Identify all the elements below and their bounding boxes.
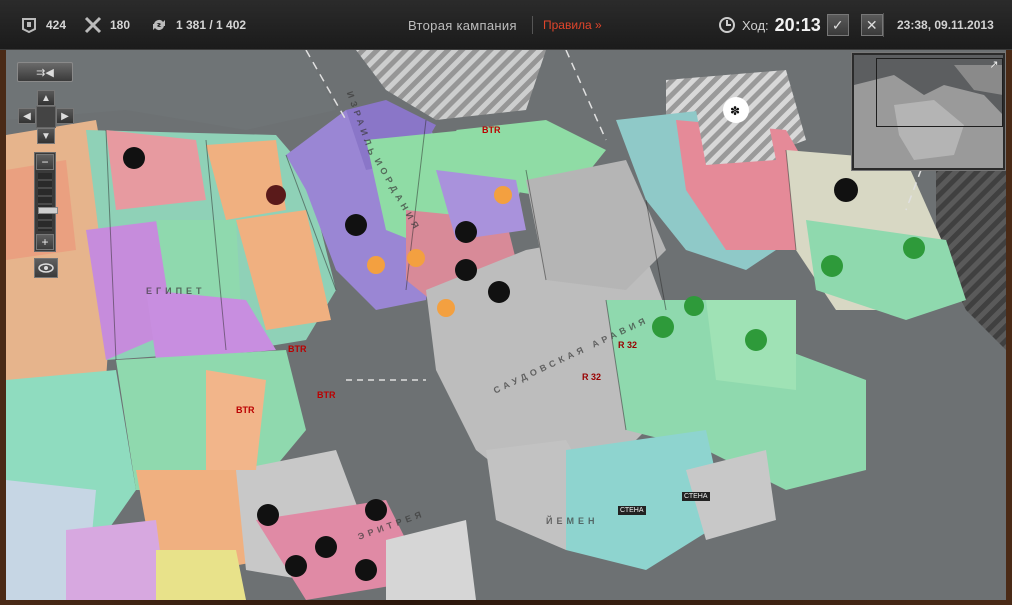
cancel-turn-button[interactable]: ✕ xyxy=(860,14,883,36)
clan-tag[interactable]: R 32 xyxy=(618,340,637,350)
zoom-thumb[interactable] xyxy=(38,207,58,214)
clan-tag[interactable]: BTR xyxy=(482,125,501,135)
battles-stat: 180 xyxy=(84,16,130,34)
divider xyxy=(883,13,884,37)
turn-timer: 20:13 xyxy=(774,14,821,35)
arrow-up-icon: ▲ xyxy=(41,92,51,104)
pan-down-button[interactable]: ▼ xyxy=(37,128,55,144)
map-label-yemen: ЙЕМЕН xyxy=(546,516,599,526)
tank-icon xyxy=(22,18,36,34)
turn-label: Ход: xyxy=(742,17,769,33)
campaign-title: Вторая кампания xyxy=(408,18,517,33)
clan-tag[interactable]: BTR xyxy=(317,390,336,400)
clock-icon xyxy=(719,17,735,33)
clan-tag[interactable]: BTR xyxy=(288,344,307,354)
clan-tag[interactable]: СТЕНА xyxy=(618,506,646,515)
divider xyxy=(532,16,533,34)
minus-icon: − xyxy=(41,155,49,169)
confirm-turn-button[interactable]: ✓ xyxy=(826,14,849,36)
battles-count: 180 xyxy=(110,18,131,32)
pan-control: ▲ ◀ ▶ ▼ xyxy=(18,90,74,144)
eye-icon xyxy=(38,263,54,273)
turn-box: Ход: 20:13 ✓ ✕ xyxy=(718,12,883,38)
clan-tag[interactable]: R 32 xyxy=(582,372,601,382)
zoom-control: − + xyxy=(34,152,58,252)
pan-right-button[interactable]: ▶ xyxy=(56,108,74,124)
pan-up-button[interactable]: ▲ xyxy=(37,90,55,106)
zoom-out-button[interactable]: − xyxy=(36,154,54,170)
points-value: 1 381 / 1 402 xyxy=(176,18,247,32)
close-icon: ✕ xyxy=(865,16,878,33)
expand-icon: ↗ xyxy=(989,58,999,71)
rules-link[interactable]: Правила » xyxy=(543,18,602,32)
tank-count: 424 xyxy=(46,18,67,32)
plus-icon: + xyxy=(41,235,49,249)
clan-tag[interactable]: СТЕНА xyxy=(682,492,710,501)
recycle-icon xyxy=(153,19,165,30)
tanks-stat: 424 xyxy=(20,16,66,34)
confirm-icon: ✓ xyxy=(831,16,844,33)
collapse-arrows-icon: ⇉◀ xyxy=(36,66,54,79)
minimap-expand-button[interactable]: ↗ xyxy=(987,57,1001,71)
toggle-panel-button[interactable]: ⇉◀ xyxy=(17,62,73,82)
minimap-viewport[interactable] xyxy=(876,58,1003,127)
zoom-in-button[interactable]: + xyxy=(36,234,54,250)
datetime: 23:38, 09.11.2013 xyxy=(897,18,994,32)
map-label-egypt: ЕГИПЕТ xyxy=(146,286,206,296)
visibility-toggle-button[interactable] xyxy=(34,258,58,278)
clan-tag[interactable]: BTR xyxy=(236,405,255,415)
arrow-right-icon: ▶ xyxy=(61,110,69,122)
crossed-swords-icon xyxy=(84,16,102,34)
pan-left-button[interactable]: ◀ xyxy=(18,108,36,124)
minimap[interactable]: ↗ xyxy=(851,52,1006,171)
pan-center xyxy=(36,106,56,128)
arrow-down-icon: ▼ xyxy=(41,130,51,142)
top-bar: 424 180 1 381 / 1 402 Вторая кампания Пр… xyxy=(0,0,1012,50)
points-stat: 1 381 / 1 402 xyxy=(150,16,246,34)
arrow-left-icon: ◀ xyxy=(23,110,31,122)
svg-text:✽: ✽ xyxy=(730,104,740,118)
zoom-track[interactable] xyxy=(38,173,58,231)
